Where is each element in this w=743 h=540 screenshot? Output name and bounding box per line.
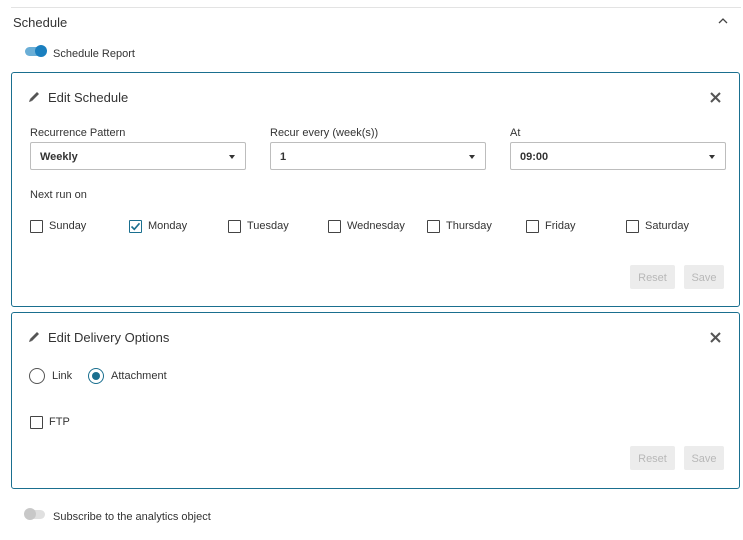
sunday-checkbox[interactable] bbox=[30, 220, 43, 233]
recurrence-pattern-select[interactable]: Weekly bbox=[30, 142, 246, 170]
toggle-knob bbox=[24, 508, 36, 520]
wednesday-label: Wednesday bbox=[347, 220, 405, 232]
recur-every-label: Recur every (week(s)) bbox=[270, 127, 379, 139]
section-title: Schedule bbox=[13, 15, 68, 30]
close-icon[interactable] bbox=[710, 92, 721, 103]
saturday-checkbox[interactable] bbox=[626, 220, 639, 233]
close-icon[interactable] bbox=[710, 332, 721, 343]
dropdown-caret-icon bbox=[229, 155, 235, 159]
ftp-checkbox[interactable] bbox=[30, 416, 43, 429]
top-divider bbox=[11, 7, 741, 8]
monday-label: Monday bbox=[148, 220, 188, 232]
link-radio[interactable] bbox=[29, 368, 45, 384]
attachment-label: Attachment bbox=[111, 370, 167, 382]
recur-every-select[interactable]: 1 bbox=[270, 142, 486, 170]
monday-checkbox[interactable] bbox=[129, 220, 142, 233]
chevron-up-icon[interactable] bbox=[716, 16, 730, 26]
dropdown-caret-icon bbox=[709, 155, 715, 159]
delivery-save-button[interactable]: Save bbox=[684, 446, 724, 470]
toggle-knob bbox=[35, 45, 47, 57]
schedule-report-toggle[interactable] bbox=[25, 45, 47, 57]
edit-delivery-title: Edit Delivery Options bbox=[48, 330, 170, 345]
at-time-select[interactable]: 09:00 bbox=[510, 142, 726, 170]
at-time-value: 09:00 bbox=[520, 151, 549, 163]
friday-label: Friday bbox=[545, 220, 576, 232]
saturday-label: Saturday bbox=[645, 220, 690, 232]
edit-delivery-panel: Edit Delivery Options Link Attachment FT… bbox=[11, 312, 740, 489]
next-run-label: Next run on bbox=[30, 189, 87, 201]
at-label: At bbox=[510, 127, 521, 139]
pencil-icon bbox=[29, 92, 39, 102]
checkmark-icon bbox=[130, 222, 141, 231]
attachment-radio[interactable] bbox=[88, 368, 104, 384]
schedule-save-button[interactable]: Save bbox=[684, 265, 724, 289]
subscribe-toggle[interactable] bbox=[24, 508, 45, 520]
tuesday-checkbox[interactable] bbox=[228, 220, 241, 233]
schedule-report-label: Schedule Report bbox=[53, 48, 135, 60]
edit-schedule-panel: Edit Schedule Recurrence Pattern Weekly … bbox=[11, 72, 740, 307]
sunday-label: Sunday bbox=[49, 220, 87, 232]
wednesday-checkbox[interactable] bbox=[328, 220, 341, 233]
ftp-label: FTP bbox=[49, 416, 70, 428]
recurrence-pattern-label: Recurrence Pattern bbox=[30, 127, 126, 139]
pencil-icon bbox=[29, 332, 39, 342]
radio-dot bbox=[92, 372, 100, 380]
delivery-reset-button[interactable]: Reset bbox=[630, 446, 675, 470]
recurrence-pattern-value: Weekly bbox=[40, 151, 78, 163]
tuesday-label: Tuesday bbox=[247, 220, 289, 232]
friday-checkbox[interactable] bbox=[526, 220, 539, 233]
dropdown-caret-icon bbox=[469, 155, 475, 159]
link-label: Link bbox=[52, 370, 73, 382]
thursday-checkbox[interactable] bbox=[427, 220, 440, 233]
edit-schedule-title: Edit Schedule bbox=[48, 90, 129, 105]
subscribe-label: Subscribe to the analytics object bbox=[53, 511, 211, 523]
thursday-label: Thursday bbox=[446, 220, 492, 232]
schedule-reset-button[interactable]: Reset bbox=[630, 265, 675, 289]
recur-every-value: 1 bbox=[280, 151, 287, 163]
